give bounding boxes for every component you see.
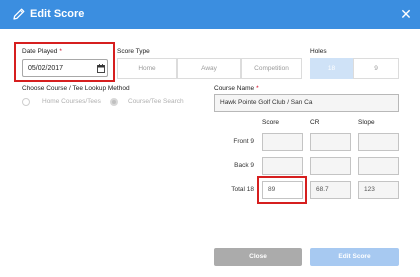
course-name-label-text: Course Name — [214, 85, 255, 92]
front-9-label: Front 9 — [233, 138, 254, 145]
close-button[interactable]: Close — [214, 248, 302, 266]
holes-label: Holes — [310, 48, 327, 55]
required-mark: * — [256, 85, 259, 92]
course-name-input[interactable]: Hawk Pointe Golf Club / San Ca — [214, 94, 399, 112]
score-type-label: Score Type — [117, 48, 150, 55]
front-9-slope-input[interactable] — [358, 133, 399, 151]
date-played-highlight — [14, 42, 115, 82]
back-9-label: Back 9 — [234, 162, 254, 169]
lookup-method-label: Choose Course / Tee Lookup Method — [22, 85, 130, 92]
holes-9[interactable]: 9 — [353, 58, 399, 79]
score-type-competition[interactable]: Competition — [241, 58, 302, 79]
holes-18[interactable]: 18 — [310, 58, 353, 79]
total-score-highlight — [257, 176, 307, 204]
dialog-header: Edit Score ✕ — [0, 0, 420, 29]
back-9-slope-input[interactable] — [358, 157, 399, 175]
home-courses-radio[interactable] — [22, 98, 30, 106]
front-9-cr-input[interactable] — [310, 133, 351, 151]
total-18-label: Total 18 — [231, 186, 254, 193]
score-type-away[interactable]: Away — [177, 58, 241, 79]
dialog-title: Edit Score — [30, 8, 85, 20]
course-search-label: Course/Tee Search — [128, 98, 184, 105]
back-9-cr-input[interactable] — [310, 157, 351, 175]
score-type-home[interactable]: Home — [117, 58, 177, 79]
front-9-score-input[interactable] — [262, 133, 303, 151]
course-search-radio[interactable] — [110, 98, 118, 106]
pencil-icon — [13, 8, 25, 20]
slope-column-header: Slope — [358, 119, 375, 126]
score-column-header: Score — [262, 119, 279, 126]
total-18-slope-input[interactable]: 123 — [358, 181, 399, 199]
cr-column-header: CR — [310, 119, 320, 126]
total-18-cr-input[interactable]: 68.7 — [310, 181, 351, 199]
home-courses-label: Home Courses/Tees — [42, 98, 101, 105]
close-icon[interactable]: ✕ — [400, 7, 412, 21]
course-name-label: Course Name * — [214, 85, 259, 93]
back-9-score-input[interactable] — [262, 157, 303, 175]
edit-score-button[interactable]: Edit Score — [310, 248, 399, 266]
